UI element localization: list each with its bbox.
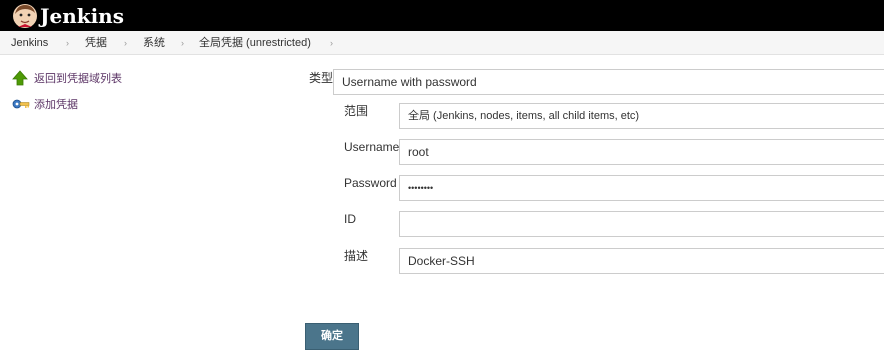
breadcrumb-item-global-credentials[interactable]: 全局凭据 (unrestricted) <box>199 37 311 50</box>
breadcrumb-item-credentials[interactable]: 凭据 <box>85 37 107 50</box>
task-label: 返回到凭据域列表 <box>34 73 122 85</box>
jenkins-butler-icon[interactable] <box>12 3 38 29</box>
top-header: Jenkins <box>0 0 884 31</box>
breadcrumb-item-jenkins[interactable]: Jenkins <box>11 37 48 50</box>
breadcrumb-item-system[interactable]: 系统 <box>143 37 165 50</box>
scope-label: 范围 <box>344 104 369 118</box>
up-arrow-icon <box>12 70 28 86</box>
submit-button[interactable]: 确定 <box>305 323 359 350</box>
breadcrumb-separator: › <box>66 38 69 48</box>
username-label: Username <box>344 140 400 154</box>
description-input[interactable]: Docker-SSH <box>399 248 884 274</box>
kind-label: 类型 <box>309 71 334 85</box>
kind-select[interactable]: Username with password <box>333 69 884 95</box>
breadcrumb-separator: › <box>181 38 184 48</box>
description-label: 描述 <box>344 249 369 263</box>
breadcrumb: Jenkins › 凭据 › 系统 › 全局凭据 (unrestricted) … <box>0 31 884 55</box>
password-label: Password <box>344 176 397 190</box>
username-input[interactable]: root <box>399 139 884 165</box>
breadcrumb-separator: › <box>124 38 127 48</box>
app-title[interactable]: Jenkins <box>40 3 124 29</box>
id-label: ID <box>344 212 356 226</box>
password-input[interactable]: •••••••• <box>399 175 884 201</box>
scope-select[interactable]: 全局 (Jenkins, nodes, items, all child ite… <box>399 103 884 129</box>
id-input[interactable] <box>399 211 884 237</box>
breadcrumb-separator: › <box>330 38 333 48</box>
task-label: 添加凭据 <box>34 99 78 111</box>
key-icon <box>12 99 30 109</box>
